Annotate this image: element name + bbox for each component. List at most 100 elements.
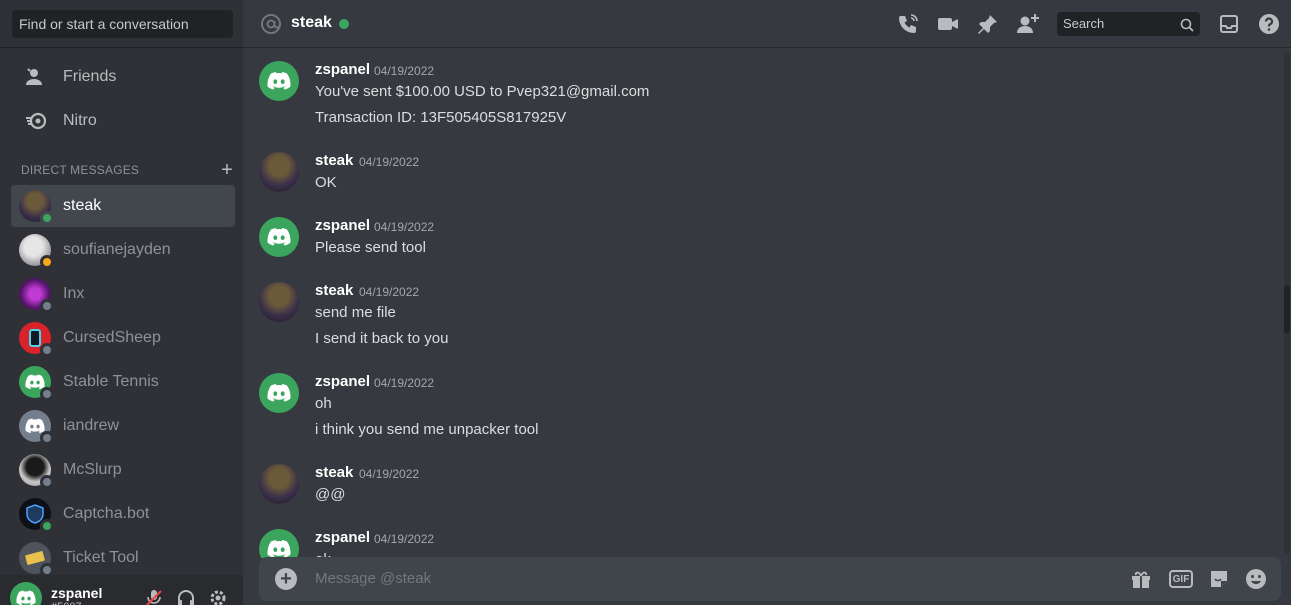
status-online-icon [339, 19, 349, 29]
sticker-icon[interactable] [1207, 567, 1231, 591]
discord-logo-icon[interactable] [259, 529, 299, 558]
help-icon[interactable] [1257, 12, 1281, 36]
message-text: I send it back to you [315, 330, 449, 347]
dm-item-inx[interactable]: Inx [11, 273, 235, 315]
user-name: zspanel [51, 585, 103, 601]
message-text: send me file [315, 304, 396, 321]
avatar [19, 234, 54, 269]
dm-sidebar: Find or start a conversation Friends Nit… [0, 0, 243, 605]
dm-item-captcha-bot[interactable]: Captcha.bot [11, 493, 235, 535]
nitro-icon [20, 105, 52, 137]
scrollbar-thumb[interactable] [1284, 285, 1290, 333]
discord-logo-icon[interactable] [259, 217, 299, 257]
message-input[interactable]: Message @steak [315, 570, 431, 587]
user-panel: zspanel #5007 [0, 575, 243, 605]
pin-icon[interactable] [976, 12, 1000, 36]
dm-item-stable-tennis[interactable]: Stable Tennis [11, 361, 235, 403]
dm-item-iandrew[interactable]: iandrew [11, 405, 235, 447]
voice-call-icon[interactable] [896, 12, 920, 36]
add-friend-icon[interactable] [1016, 12, 1040, 36]
message-timestamp: 04/19/2022 [374, 376, 435, 390]
status-offline-icon [40, 431, 54, 445]
message-text: @@ [315, 486, 346, 503]
dm-name: Inx [63, 285, 85, 302]
headphones-icon[interactable] [176, 588, 196, 605]
search-input[interactable]: Search [1057, 12, 1200, 36]
discord-logo-icon[interactable] [259, 61, 299, 101]
dm-item-ticket-tool[interactable]: Ticket Tool [11, 537, 235, 579]
dm-name: soufianejayden [63, 241, 171, 258]
message-text: i think you send me unpacker tool [315, 421, 539, 438]
gear-icon[interactable] [208, 588, 228, 605]
avatar[interactable] [259, 282, 299, 322]
mute-microphone-icon[interactable] [144, 588, 164, 605]
message-timestamp: 04/19/2022 [374, 64, 435, 78]
gif-button[interactable]: GIF [1169, 570, 1193, 588]
dm-item-cursedsheep[interactable]: CursedSheep [11, 317, 235, 359]
message-author[interactable]: zspanel [315, 61, 370, 78]
status-idle-icon [40, 255, 54, 269]
dm-section-header: DIRECT MESSAGES + [21, 160, 233, 180]
discord-app: Find or start a conversation Friends Nit… [0, 0, 1291, 605]
message-author[interactable]: steak [315, 464, 353, 481]
create-dm-icon[interactable]: + [221, 160, 233, 180]
nav-friends[interactable]: Friends [8, 56, 235, 98]
avatar[interactable] [259, 152, 299, 192]
avatar [19, 190, 54, 225]
status-online-icon [40, 519, 54, 533]
dm-name: iandrew [63, 417, 120, 434]
avatar [19, 454, 54, 489]
status-offline-icon [40, 343, 54, 357]
user-tag: #5007 [51, 601, 82, 605]
dm-item-steak[interactable]: steak [11, 185, 235, 227]
message-author[interactable]: zspanel [315, 373, 370, 390]
nav-friends-label: Friends [63, 68, 117, 85]
friends-icon [20, 61, 52, 93]
message-author[interactable]: steak [315, 152, 353, 169]
chat-header: steak Search [243, 0, 1291, 48]
status-offline-icon [40, 299, 54, 313]
dm-item-mcslurp[interactable]: McSlurp [11, 449, 235, 491]
add-attachment-button[interactable]: + [275, 568, 297, 590]
avatar [19, 322, 54, 357]
discord-logo-icon[interactable] [259, 373, 299, 413]
message-text: oh [315, 395, 332, 412]
dm-name: steak [63, 197, 102, 214]
dm-name: Stable Tennis [63, 373, 159, 390]
dm-name: Ticket Tool [63, 549, 139, 566]
avatar [19, 542, 54, 577]
status-offline-icon [40, 475, 54, 489]
gift-icon[interactable] [1129, 567, 1153, 591]
search-placeholder: Search [1063, 16, 1105, 31]
status-online-icon [40, 211, 54, 225]
dm-name: CursedSheep [63, 329, 161, 346]
message-timestamp: 04/19/2022 [359, 155, 420, 169]
message-timestamp: 04/19/2022 [374, 532, 435, 546]
status-offline-icon [40, 387, 54, 401]
dm-section-title: DIRECT MESSAGES [21, 163, 140, 177]
chat-main: steak Search zspanel 04/19/2022 You've s… [243, 0, 1291, 605]
message-composer[interactable]: + Message @steak GIF [259, 557, 1281, 601]
emoji-icon[interactable] [1244, 567, 1268, 591]
avatar [19, 366, 54, 401]
message-timestamp: 04/19/2022 [359, 285, 420, 299]
message-author[interactable]: zspanel [315, 529, 370, 546]
avatar[interactable] [259, 464, 299, 504]
message-timestamp: 04/19/2022 [374, 220, 435, 234]
message-text: OK [315, 174, 337, 191]
message-list: zspanel 04/19/2022 You've sent $100.00 U… [243, 48, 1283, 558]
user-avatar[interactable] [10, 582, 42, 605]
message-author[interactable]: steak [315, 282, 353, 299]
message-timestamp: 04/19/2022 [359, 467, 420, 481]
avatar [19, 498, 54, 533]
dm-item-soufianejayden[interactable]: soufianejayden [11, 229, 235, 271]
message-text: You've sent $100.00 USD to Pvep321@gmail… [315, 83, 650, 100]
video-call-icon[interactable] [936, 12, 960, 36]
find-conversation-input[interactable]: Find or start a conversation [12, 10, 233, 38]
search-icon [1180, 16, 1194, 40]
nav-nitro[interactable]: Nitro [8, 100, 235, 142]
message-author[interactable]: zspanel [315, 217, 370, 234]
inbox-icon[interactable] [1217, 12, 1241, 36]
message-text: Transaction ID: 13F505405S817925V [315, 109, 567, 126]
avatar [19, 410, 54, 445]
